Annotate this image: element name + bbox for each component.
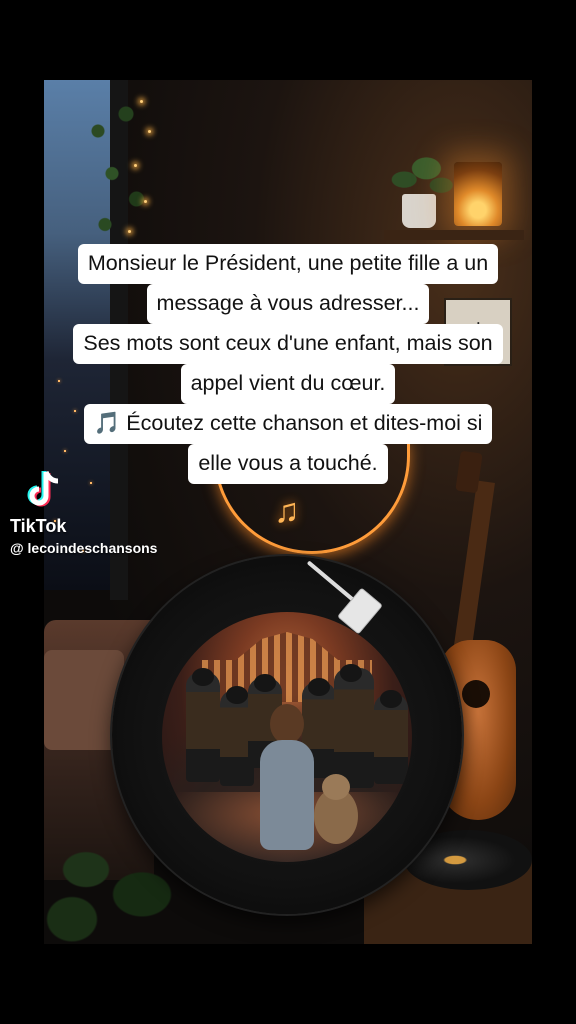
girl-head <box>270 704 304 744</box>
fairy-light <box>140 100 143 103</box>
caption-line: 🎵 Écoutez cette chanson et dites-moi si <box>83 404 493 444</box>
tonearm <box>304 556 384 635</box>
caption-line: appel vient du cœur. <box>180 364 396 404</box>
caption-line: elle vous a touché. <box>188 444 388 484</box>
plant-pot <box>402 194 436 228</box>
firefighter-figure <box>186 668 220 782</box>
music-note-icon: ♫ <box>274 492 300 530</box>
tonearm-arm <box>306 560 356 603</box>
teddy-bear <box>314 774 358 844</box>
album-artwork <box>162 612 412 862</box>
girl-body <box>260 740 314 850</box>
guitar-soundhole <box>462 680 490 708</box>
caption-line: Ses mots sont ceux d'une enfant, mais so… <box>73 324 503 364</box>
firefighter-figure <box>334 664 374 788</box>
wall-shelf <box>384 230 524 240</box>
caption-line: message à vous adresser... <box>146 284 430 324</box>
tiktok-brand-label: TikTok <box>10 516 67 536</box>
fairy-light <box>134 164 137 167</box>
guitar-neck <box>452 480 495 662</box>
little-girl-figure <box>254 704 320 854</box>
tiktok-logo-icon <box>27 470 59 507</box>
creator-handle[interactable]: @ lecoindeschansons <box>10 540 157 556</box>
candle-lantern <box>454 162 502 226</box>
firefighter-figure <box>374 690 408 784</box>
caption-line: Monsieur le Président, une petite fille … <box>77 244 499 284</box>
video-caption: Monsieur le Président, une petite fille … <box>0 244 576 484</box>
fairy-light <box>144 200 147 203</box>
fairy-light <box>148 130 151 133</box>
hanging-vine <box>84 80 154 250</box>
fairy-light <box>128 230 131 233</box>
